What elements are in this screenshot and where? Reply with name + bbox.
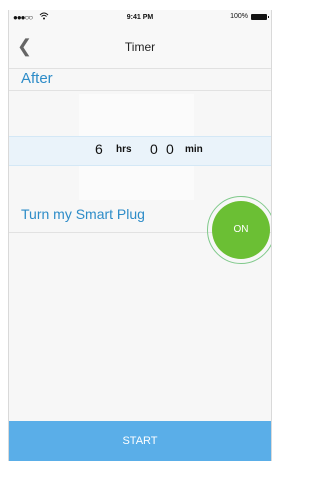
hours-value[interactable]: 6 [95, 141, 103, 157]
time-picker[interactable] [9, 136, 271, 166]
on-toggle-button[interactable]: ON [212, 201, 270, 259]
minutes-tens-value[interactable]: 0 [150, 141, 158, 157]
minutes-ones-value[interactable]: 0 [166, 141, 174, 157]
start-button[interactable]: START [9, 421, 271, 461]
battery-percent: 100% [230, 13, 248, 20]
page-title: Timer [124, 40, 156, 54]
nav-bar: ❮ Timer [9, 26, 271, 69]
phone-screen: ●●●○○ 9:41 PM 100% ❮ Timer After 6 hrs 0… [8, 10, 272, 461]
battery-indicator: 100% [230, 13, 269, 20]
minutes-unit-label: min [185, 144, 203, 155]
smart-plug-label: Turn my Smart Plug [21, 206, 145, 222]
hours-unit-label: hrs [116, 144, 132, 155]
after-label: After [21, 70, 53, 87]
divider [9, 90, 271, 91]
status-bar: ●●●○○ 9:41 PM 100% [9, 10, 271, 26]
battery-icon [251, 13, 269, 20]
